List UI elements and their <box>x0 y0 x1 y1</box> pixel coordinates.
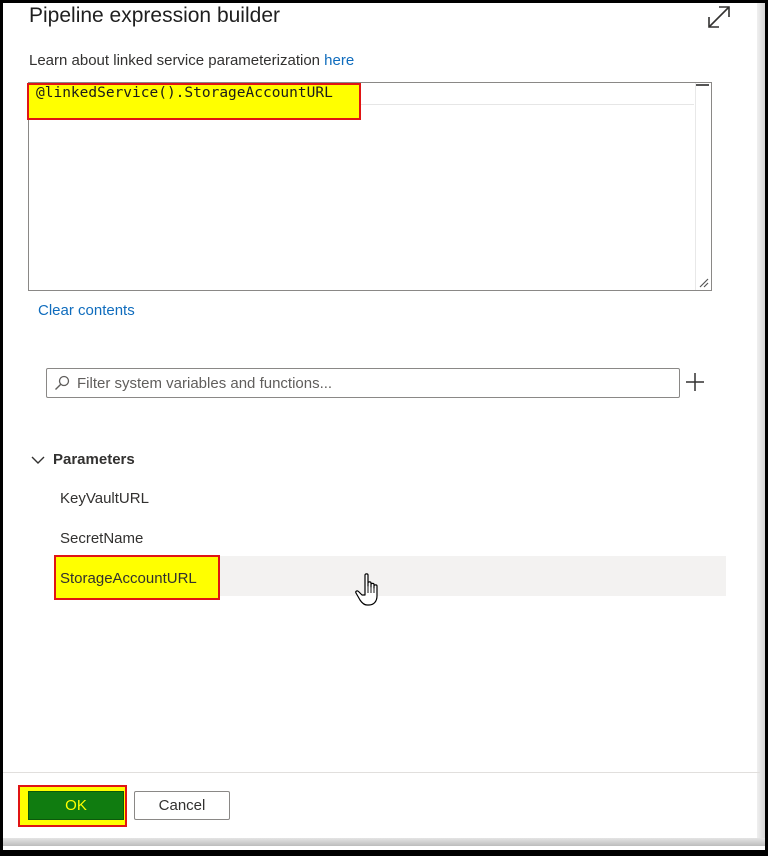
learn-about-label: Learn about linked service parameterizat… <box>29 52 325 69</box>
learn-about-text: Learn about linked service parameterizat… <box>29 52 354 69</box>
expression-text[interactable]: @linkedService().StorageAccountURL <box>36 85 333 101</box>
filter-box[interactable] <box>46 368 680 398</box>
filter-input[interactable] <box>77 372 667 394</box>
parameter-item-storageaccounturl[interactable]: StorageAccountURL <box>60 570 197 587</box>
panel-edge-shadow <box>757 3 765 841</box>
cancel-button[interactable]: Cancel <box>134 791 230 820</box>
editor-scrollbar[interactable] <box>695 83 711 290</box>
ok-button[interactable]: OK <box>28 791 124 820</box>
chevron-down-icon[interactable] <box>31 454 45 466</box>
panel-bottom-shadow <box>3 838 765 846</box>
footer-divider <box>3 772 760 773</box>
search-icon <box>55 375 70 390</box>
parameter-item-secretname[interactable]: SecretName <box>60 530 143 547</box>
hand-cursor-icon <box>355 573 378 606</box>
resize-grip-icon[interactable] <box>697 276 709 288</box>
expand-icon[interactable] <box>706 4 732 30</box>
dialog-title: Pipeline expression builder <box>29 4 280 27</box>
learn-more-link[interactable]: here <box>324 52 354 69</box>
parameter-item-keyvaulturl[interactable]: KeyVaultURL <box>60 490 149 507</box>
clear-contents-link[interactable]: Clear contents <box>38 302 135 319</box>
add-icon[interactable] <box>684 371 706 393</box>
parameters-section-label[interactable]: Parameters <box>53 451 135 468</box>
scrollbar-thumb[interactable] <box>696 84 709 86</box>
